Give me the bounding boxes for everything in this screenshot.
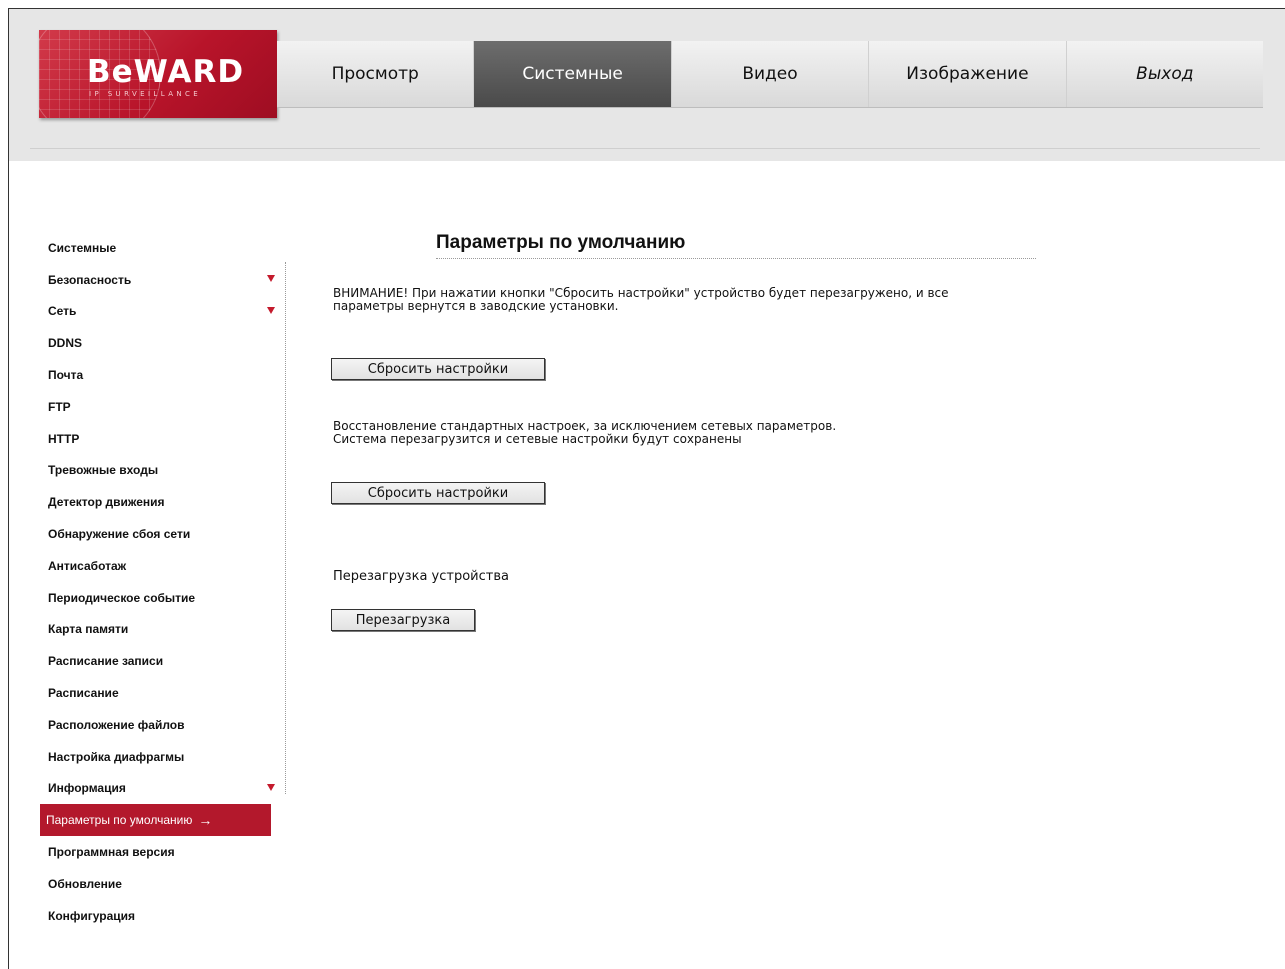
sidebar-item-label: Тревожные входы xyxy=(48,463,159,478)
sidebar-item-label: Системные xyxy=(48,240,117,255)
tab-system[interactable]: Системные xyxy=(474,41,672,107)
sidebar-item-file-location[interactable]: Расположение файлов xyxy=(40,709,285,741)
logo-tagline: IP SURVEILLANCE xyxy=(89,90,202,98)
sidebar-item-label: Сеть xyxy=(48,304,77,319)
sidebar-item-record-schedule[interactable]: Расписание записи xyxy=(40,645,285,677)
sidebar-menu: Системные Безопасность Сеть DDNS Почта F… xyxy=(40,232,285,932)
arrow-right-icon: → xyxy=(198,812,213,829)
sidebar-item-information[interactable]: Информация xyxy=(40,773,285,805)
sidebar-item-security[interactable]: Безопасность xyxy=(40,264,285,296)
sidebar-item-configuration[interactable]: Конфигурация xyxy=(40,900,285,932)
tab-logout[interactable]: Выход xyxy=(1067,41,1263,107)
sidebar-item-motion-detector[interactable]: Детектор движения xyxy=(40,486,285,518)
sidebar-item-label: Информация xyxy=(48,781,126,796)
sidebar-item-ddns[interactable]: DDNS xyxy=(40,327,285,359)
sidebar-item-memory-card[interactable]: Карта памяти xyxy=(40,614,285,646)
sidebar-item-http[interactable]: HTTP xyxy=(40,423,285,455)
sidebar-item-ftp[interactable]: FTP xyxy=(40,391,285,423)
sidebar-item-label: Программная версия xyxy=(48,845,175,860)
sidebar-item-network[interactable]: Сеть xyxy=(40,296,285,328)
top-nav: Просмотр Системные Видео Изображение Вых… xyxy=(277,41,1263,108)
sidebar-item-alarm-inputs[interactable]: Тревожные входы xyxy=(40,455,285,487)
sidebar-item-mail[interactable]: Почта xyxy=(40,359,285,391)
sidebar-item-label: Настройка диафрагмы xyxy=(48,749,185,764)
tab-video[interactable]: Видео xyxy=(672,41,870,107)
sidebar-item-system[interactable]: Системные xyxy=(40,232,285,264)
sidebar-item-label: Почта xyxy=(48,368,84,383)
reboot-button[interactable]: Перезагрузка xyxy=(331,609,475,631)
sidebar-item-label: Детектор движения xyxy=(48,495,165,510)
header-divider xyxy=(30,148,1260,149)
sidebar-item-label: HTTP xyxy=(48,431,80,446)
sidebar-item-label: Расписание xyxy=(48,686,119,701)
tab-image[interactable]: Изображение xyxy=(869,41,1067,107)
sidebar-item-label: Параметры по умолчанию xyxy=(46,813,193,828)
sidebar-item-label: DDNS xyxy=(48,336,83,351)
expand-arrow-icon xyxy=(267,783,275,791)
reboot-text: Перезагрузка устройства xyxy=(333,569,509,584)
partial-line-2: Система перезагрузится и сетевые настрой… xyxy=(333,432,742,446)
sidebar-item-label: Безопасность xyxy=(48,272,132,287)
sidebar-item-label: Расположение файлов xyxy=(48,717,185,732)
sidebar-item-schedule[interactable]: Расписание xyxy=(40,677,285,709)
sidebar-item-label: Конфигурация xyxy=(48,908,136,923)
sidebar-item-label: Периодическое событие xyxy=(48,590,196,605)
warning-line-2: параметры вернутся в заводские установки… xyxy=(333,299,619,313)
reset-keep-network-button[interactable]: Сбросить настройки xyxy=(331,482,545,504)
sidebar-item-firmware-version[interactable]: Программная версия xyxy=(40,836,285,868)
sidebar-item-network-failure[interactable]: Обнаружение сбоя сети xyxy=(40,518,285,550)
expand-arrow-icon xyxy=(267,306,275,314)
tab-view[interactable]: Просмотр xyxy=(277,41,475,107)
expand-arrow-icon xyxy=(267,274,275,282)
sidebar-item-label: Обнаружение сбоя сети xyxy=(48,527,191,542)
sidebar-item-label: Расписание записи xyxy=(48,654,164,669)
page-title: Параметры по умолчанию xyxy=(436,232,1036,259)
reset-all-button[interactable]: Сбросить настройки xyxy=(331,358,545,380)
beward-logo[interactable]: BeWARD IP SURVEILLANCE xyxy=(39,30,277,118)
sidebar-item-label: Карта памяти xyxy=(48,622,129,637)
sidebar-item-periodic-event[interactable]: Периодическое событие xyxy=(40,582,285,614)
warning-text: ВНИМАНИЕ! При нажатии кнопки "Сбросить н… xyxy=(333,287,1053,313)
partial-reset-text: Восстановление стандартных настроек, за … xyxy=(333,420,1053,446)
sidebar-divider xyxy=(285,262,286,794)
sidebar-item-defaults[interactable]: Параметры по умолчанию → xyxy=(40,804,271,837)
sidebar-item-iris[interactable]: Настройка диафрагмы xyxy=(40,741,285,773)
sidebar-item-tamper[interactable]: Антисаботаж xyxy=(40,550,285,582)
logo-brand: BeWARD xyxy=(87,54,245,90)
sidebar-item-label: Антисаботаж xyxy=(48,558,127,573)
sidebar-item-label: Обновление xyxy=(48,876,122,891)
sidebar-item-update[interactable]: Обновление xyxy=(40,868,285,900)
sidebar-item-label: FTP xyxy=(48,399,71,414)
